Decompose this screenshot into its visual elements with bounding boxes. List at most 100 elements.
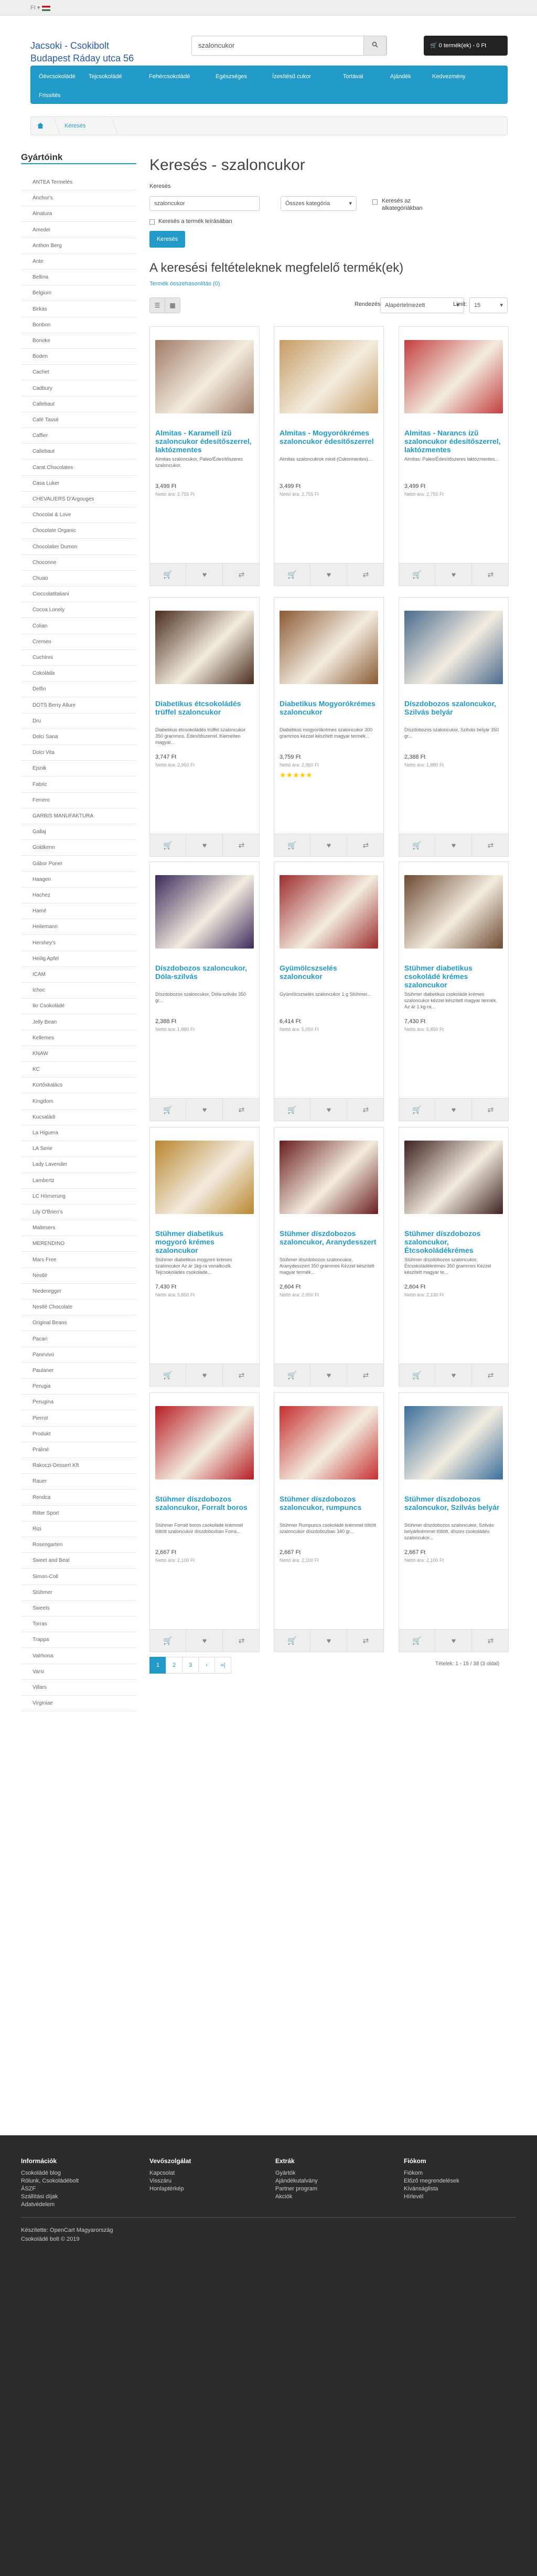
sidebar-item[interactable]: Jelly Bean [21,1015,136,1030]
sidebar-item[interactable]: KC [21,1062,136,1078]
sidebar-item[interactable]: Simon-Coll [21,1569,136,1585]
sidebar-item[interactable]: Perugina [21,1395,136,1411]
footer-link[interactable]: Akciók [275,2194,292,2200]
menu-item[interactable]: Kedvezmény [432,73,466,80]
footer-link[interactable]: ÁSZF [21,2186,36,2192]
home-icon[interactable] [37,123,44,129]
footer-link[interactable]: Partner program [275,2186,317,2192]
wishlist-button[interactable]: ♥ [311,563,347,586]
wishlist-button[interactable]: ♥ [436,1099,472,1121]
sidebar-item[interactable]: Sweets [21,1601,136,1616]
sidebar-item[interactable]: Produkt [21,1427,136,1442]
sidebar-item[interactable]: Maltesers [21,1220,136,1237]
footer-link[interactable]: Honlaptérkép [149,2186,184,2192]
add-to-cart-button[interactable]: 🛒 [274,563,310,586]
product-name[interactable]: Stühmer diabetikus csokoládé krémes szal… [404,964,503,989]
menu-item[interactable]: Fehércsokoládé [149,73,190,80]
footer-link[interactable]: Szállítási díjak [21,2194,58,2200]
sidebar-item[interactable]: CHEVALIERS D'Argouges [21,492,136,507]
category-select[interactable]: Összes kategória ▾ [281,196,357,211]
wishlist-button[interactable]: ♥ [436,1630,472,1652]
sidebar-item[interactable]: Rauer [21,1474,136,1490]
search-button[interactable] [363,36,386,56]
sidebar-item[interactable]: Heilemann [21,919,136,935]
product-name[interactable]: Almitas - Narancs ízű szaloncukor édesít… [404,429,503,454]
footer-link[interactable]: Gyártók [275,2170,296,2176]
menu-item[interactable]: Óévcsokoládé [39,73,76,80]
sidebar-item[interactable]: Pierrot [21,1411,136,1427]
sort-select[interactable]: Alapértelmezett ▾ [380,297,464,313]
sidebar-item[interactable]: GARBIS MANUFAKTURA [21,808,136,824]
add-to-cart-button[interactable]: 🛒 [150,834,186,856]
compare-button[interactable]: ⇄ [348,834,384,856]
sidebar-item[interactable]: Hershey's [21,935,136,951]
pagination-item[interactable]: 1 [149,1657,166,1674]
wishlist-button[interactable]: ♥ [436,834,472,856]
sidebar-item[interactable]: Cremeo [21,634,136,650]
sidebar-item[interactable]: Kürtőskalács [21,1078,136,1094]
product-image[interactable] [404,875,503,949]
sidebar-item[interactable]: Rakoczi-Dessert Kft [21,1458,136,1474]
sidebar-item[interactable]: Cokoláda [21,666,136,682]
sidebar-item[interactable]: Birkás [21,302,136,317]
language-flag-icon[interactable] [42,6,50,11]
sidebar-item[interactable]: Praliné [21,1442,136,1458]
footer-link[interactable]: Visszáru [149,2178,171,2184]
add-to-cart-button[interactable]: 🛒 [399,1630,435,1652]
product-name[interactable]: Stühmer díszdobozos szaloncukor, Étcsoko… [404,1229,503,1254]
wishlist-button[interactable]: ♥ [311,834,347,856]
sidebar-item[interactable]: Anthon Berg [21,238,136,254]
product-name[interactable]: Stühmer díszdobozos szaloncukor, Aranyde… [280,1229,378,1246]
sidebar-item[interactable]: Ante [21,254,136,270]
compare-button[interactable]: ⇄ [348,1630,384,1652]
sidebar-item[interactable]: Stühmer [21,1585,136,1601]
compare-button[interactable]: ⇄ [223,563,260,586]
footer-link[interactable]: Adatvédelem [21,2201,55,2208]
product-image[interactable] [404,340,503,413]
compare-button[interactable]: ⇄ [472,1364,509,1386]
footer-link[interactable]: Előző megrendelések [404,2178,459,2184]
add-to-cart-button[interactable]: 🛒 [150,1364,186,1386]
menu-item[interactable]: Tortával [343,73,363,80]
product-name[interactable]: Stühmer díszdobozos szaloncukor, Szilvás… [404,1495,503,1511]
sidebar-item[interactable]: Original Beans [21,1315,136,1332]
compare-button[interactable]: ⇄ [223,1364,260,1386]
sidebar-item[interactable]: Dolci Sana [21,729,136,745]
pagination-item[interactable]: 3 [182,1657,199,1674]
search-submit-button[interactable]: Keresés [149,231,185,248]
pagination-item[interactable]: 2 [166,1657,182,1674]
add-to-cart-button[interactable]: 🛒 [399,834,435,856]
product-image[interactable] [155,611,254,684]
sidebar-item[interactable]: Bellina [21,270,136,286]
sidebar-item[interactable]: Kellemes [21,1030,136,1046]
compare-button[interactable]: ⇄ [348,1364,384,1386]
sidebar-item[interactable]: Panevivo [21,1347,136,1363]
sidebar-item[interactable]: Paulaner [21,1363,136,1379]
sidebar-item[interactable]: Chocolatier Dumon [21,539,136,555]
sidebar-item[interactable]: DOTS Berry Allure [21,698,136,714]
footer-link[interactable]: Csokoládé blog [21,2170,61,2176]
product-name[interactable]: Diabetikus étcsokoládés trüffel szaloncu… [155,699,254,716]
breadcrumb-current[interactable]: Keresés [65,123,85,129]
sidebar-item[interactable]: Cuchinni [21,650,136,666]
sidebar-item[interactable]: Ikr Csokoládé [21,998,136,1015]
sidebar-item[interactable]: La Higuera [21,1125,136,1141]
sidebar-item[interactable]: Caffier [21,428,136,444]
sidebar-item[interactable]: Trappa [21,1632,136,1648]
product-name[interactable]: Díszdobozos szaloncukor, Dóla-szilvás [155,964,254,981]
sidebar-item[interactable]: Dolci Vita [21,745,136,761]
sidebar-item[interactable]: Casa Luker [21,476,136,492]
footer-link[interactable]: Kapcsolat [149,2170,175,2176]
sidebar-item[interactable]: Fabric [21,777,136,793]
sidebar-item[interactable]: Ichoc [21,983,136,999]
wishlist-button[interactable]: ♥ [436,1364,472,1386]
sidebar-item[interactable]: Café Tassé [21,412,136,428]
product-image[interactable] [404,611,503,684]
sidebar-item[interactable]: Hamé [21,903,136,920]
sidebar-item[interactable]: Anchor's [21,190,136,207]
add-to-cart-button[interactable]: 🛒 [399,563,435,586]
compare-button[interactable]: ⇄ [223,1630,260,1652]
sidebar-item[interactable]: Ejsnik [21,761,136,777]
menu-item[interactable]: Egészséges [216,73,247,80]
sidebar-item[interactable]: Lambertz [21,1173,136,1189]
